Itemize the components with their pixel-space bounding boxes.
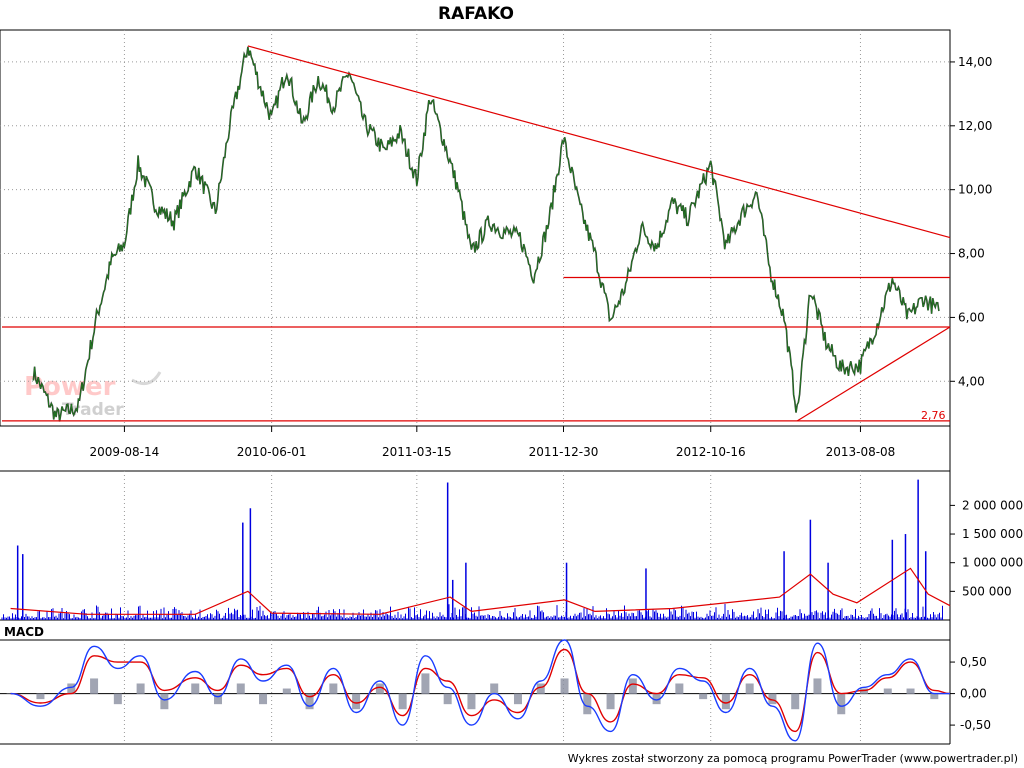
macd-y-tick-label: -0,50 — [960, 718, 991, 732]
macd-histogram-bar — [513, 693, 522, 705]
macd-histogram-bar — [490, 683, 499, 695]
volume-y-tick-label: 2 000 000 — [962, 498, 1023, 512]
macd-histogram-bar — [282, 688, 291, 695]
watermark-swoosh — [131, 371, 162, 386]
macd-histogram-bar — [860, 688, 869, 695]
price-y-tick-label: 10,00 — [958, 183, 992, 197]
price-y-tick-label: 12,00 — [958, 119, 992, 133]
macd-histogram-bar — [791, 693, 800, 710]
macd-histogram-bar — [675, 683, 684, 695]
macd-histogram-bar — [329, 683, 338, 695]
macd-histogram-bar — [136, 683, 145, 695]
macd-histogram-bar — [883, 688, 892, 695]
volume-bars — [1, 479, 951, 620]
macd-histogram-bar — [443, 693, 452, 705]
macd-y-tick-label: 0,00 — [960, 687, 987, 701]
price-line — [32, 46, 940, 422]
volume-y-tick-label: 500 000 — [962, 584, 1012, 598]
x-tick-label: 2012-10-16 — [676, 445, 746, 459]
volume-y-tick-label: 1 000 000 — [962, 556, 1023, 570]
macd-histogram-bar — [699, 693, 708, 700]
price-panel-frame — [0, 29, 951, 427]
watermark-power: Power — [24, 372, 116, 402]
macd-histogram-bar — [721, 693, 730, 710]
stock-chart: Power Trader RAFAKO 14,00 12,00 10,00 8,00 6… — [0, 4, 1024, 765]
macd-histogram-bar — [113, 693, 122, 705]
macd-histogram-bar — [560, 678, 569, 695]
x-tick-label: 2011-03-15 — [382, 445, 452, 459]
x-tick-label: 2011-12-30 — [529, 445, 599, 459]
macd-histogram-bar — [36, 693, 45, 700]
price-series — [32, 46, 940, 422]
macd-histogram-bar — [375, 683, 384, 695]
macd-signal-line — [10, 648, 951, 733]
x-tick-label: 2010-06-01 — [237, 445, 307, 459]
price-y-tick-label: 4,00 — [958, 374, 985, 388]
powertrader-watermark: Power Trader — [24, 371, 162, 420]
macd-histogram-bar — [606, 693, 615, 710]
macd-histogram-bar — [628, 678, 637, 695]
macd-histogram-bar — [906, 688, 915, 695]
volume-average-line — [10, 567, 951, 615]
x-tick-label: 2009-08-14 — [90, 445, 160, 459]
macd-histogram-bar — [745, 683, 754, 695]
grid-lines — [0, 30, 950, 744]
chart-title: RAFAKO — [438, 4, 514, 24]
macd-histogram-bar — [536, 683, 545, 695]
price-y-tick-label: 6,00 — [958, 310, 985, 324]
macd-line — [10, 639, 950, 742]
trendline-descending — [247, 45, 951, 239]
macd-histogram-bar — [352, 693, 361, 710]
trend-lines — [2, 45, 951, 422]
macd-histogram-bar — [160, 693, 169, 710]
macd-panel-label: MACD — [4, 625, 44, 639]
macd-histogram-bar — [398, 693, 407, 710]
volume-y-tick-label: 1 500 000 — [962, 527, 1023, 541]
macd-histogram-bar — [90, 678, 99, 695]
macd-histogram-bar — [259, 693, 268, 705]
macd-lines — [0, 639, 954, 742]
macd-histogram-bar — [191, 683, 200, 695]
price-series-shadow — [32, 46, 940, 422]
price-y-tick-label: 8,00 — [958, 247, 985, 261]
macd-histogram-bar — [236, 683, 245, 695]
macd-histogram-bar — [467, 693, 476, 710]
footer-credit: Wykres został stworzony za pomocą progra… — [568, 752, 1018, 765]
axis-ticks: 14,00 12,00 10,00 8,00 6,00 4,00 2009-08-14 201… — [90, 55, 1024, 732]
macd-histogram-bar — [813, 678, 822, 695]
macd-histogram-bar — [421, 673, 430, 695]
low-price-label: 2,76 — [921, 409, 946, 422]
x-tick-label: 2013-08-08 — [826, 445, 896, 459]
macd-y-tick-label: 0,50 — [960, 655, 987, 669]
macd-histogram-bar — [930, 693, 939, 700]
price-y-tick-label: 14,00 — [958, 55, 992, 69]
